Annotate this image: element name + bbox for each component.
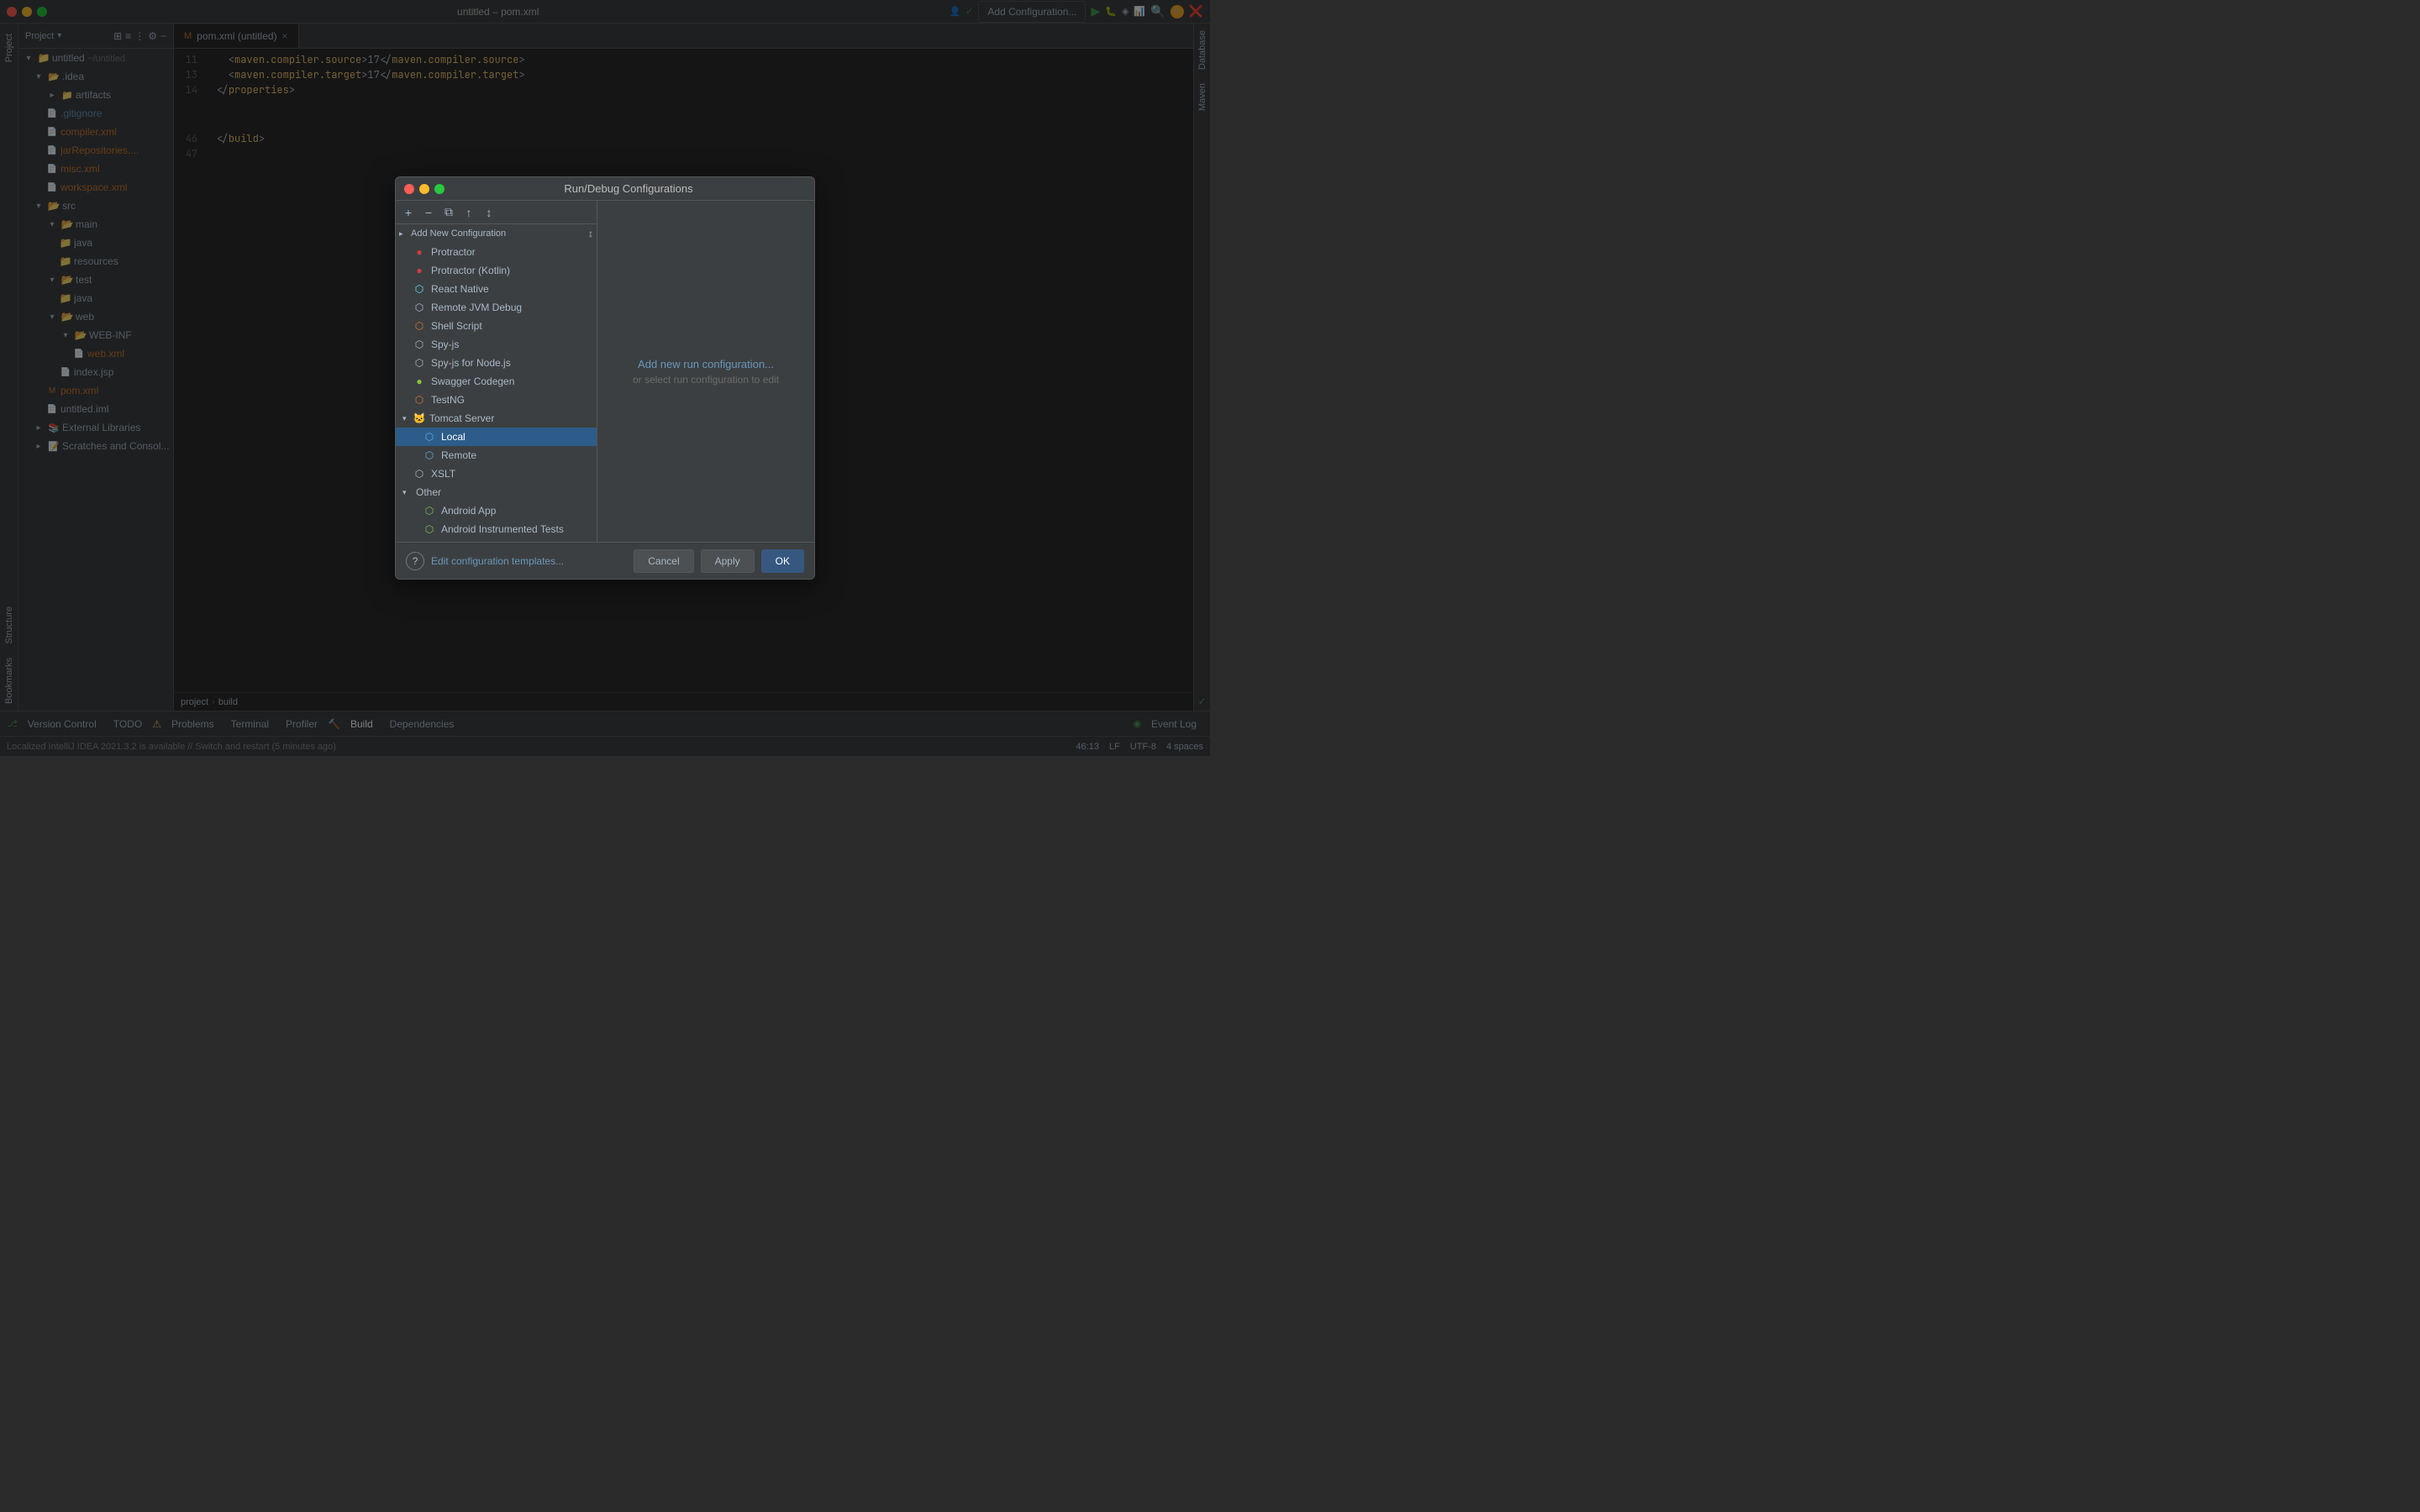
tree-item-spy-js[interactable]: ⬡ Spy-js bbox=[396, 335, 597, 354]
tomcat-remote-label: Remote bbox=[441, 449, 476, 461]
remote-jvm-icon: ⬡ bbox=[413, 301, 426, 314]
android-instrumented-icon: ⬡ bbox=[423, 522, 436, 536]
protractor-kotlin-label: Protractor (Kotlin) bbox=[431, 265, 510, 276]
tree-item-react-native[interactable]: ⬡ React Native bbox=[396, 280, 597, 298]
tree-item-protractor-kotlin[interactable]: ● Protractor (Kotlin) bbox=[396, 261, 597, 280]
apply-button[interactable]: Apply bbox=[701, 549, 755, 573]
select-config-hint: or select run configuration to edit bbox=[633, 374, 779, 386]
modal-overlay: Run/Debug Configurations + − ⧉ ↑ ↕ ▸ Add… bbox=[0, 0, 1210, 756]
copy-config-btn[interactable]: ⧉ bbox=[439, 203, 458, 222]
tree-item-tomcat-local[interactable]: ⬡ Local bbox=[396, 428, 597, 446]
tree-group-other[interactable]: ▾ Other bbox=[396, 483, 597, 501]
sort-icon: ↕ bbox=[588, 228, 593, 239]
shell-script-icon: ⬡ bbox=[413, 319, 426, 333]
tree-header-add-new: ▸ Add New Configuration ↕ bbox=[396, 224, 597, 243]
modal-content-area: Add new run configuration... or select r… bbox=[597, 201, 814, 542]
remove-config-btn[interactable]: − bbox=[419, 203, 438, 222]
swagger-label: Swagger Codegen bbox=[431, 375, 514, 387]
move-up-btn[interactable]: ↑ bbox=[460, 203, 478, 222]
spy-js-node-label: Spy-js for Node.js bbox=[431, 357, 511, 369]
xslt-label: XSLT bbox=[431, 468, 455, 480]
tree-group-tomcat[interactable]: ▾ 🐱 Tomcat Server bbox=[396, 409, 597, 428]
modal-footer: ? Edit configuration templates... Cancel… bbox=[396, 542, 814, 579]
tomcat-local-icon: ⬡ bbox=[423, 430, 436, 444]
edit-templates-link[interactable]: Edit configuration templates... bbox=[431, 555, 564, 567]
modal-config-sidebar: + − ⧉ ↑ ↕ ▸ Add New Configuration ↕ ● Pr… bbox=[396, 201, 597, 542]
tree-item-android-instrumented[interactable]: ⬡ Android Instrumented Tests bbox=[396, 520, 597, 538]
help-button[interactable]: ? bbox=[406, 552, 424, 570]
modal-footer-left: ? Edit configuration templates... bbox=[406, 552, 564, 570]
tomcat-local-label: Local bbox=[441, 431, 466, 443]
protractor-label: Protractor bbox=[431, 246, 476, 258]
android-app-label: Android App bbox=[441, 505, 496, 517]
tree-item-swagger[interactable]: ● Swagger Codegen bbox=[396, 372, 597, 391]
tree-item-testng[interactable]: ⬡ TestNG bbox=[396, 391, 597, 409]
modal-body: + − ⧉ ↑ ↕ ▸ Add New Configuration ↕ ● Pr… bbox=[396, 201, 814, 542]
tree-item-tomcat-remote[interactable]: ⬡ Remote bbox=[396, 446, 597, 465]
react-native-label: React Native bbox=[431, 283, 489, 295]
spy-js-icon: ⬡ bbox=[413, 338, 426, 351]
xslt-icon: ⬡ bbox=[413, 467, 426, 480]
tree-item-remote-jvm[interactable]: ⬡ Remote JVM Debug bbox=[396, 298, 597, 317]
testng-label: TestNG bbox=[431, 394, 465, 406]
add-new-config-hint[interactable]: Add new run configuration... bbox=[638, 358, 774, 370]
spy-js-label: Spy-js bbox=[431, 339, 459, 350]
header-chevron: ▸ bbox=[399, 229, 408, 239]
other-label: Other bbox=[416, 486, 441, 498]
tomcat-label: Tomcat Server bbox=[429, 412, 494, 424]
modal-sidebar-toolbar: + − ⧉ ↑ ↕ bbox=[396, 201, 597, 224]
tomcat-remote-icon: ⬡ bbox=[423, 449, 436, 462]
add-config-btn[interactable]: + bbox=[399, 203, 418, 222]
header-label: Add New Configuration bbox=[411, 228, 506, 239]
shell-script-label: Shell Script bbox=[431, 320, 482, 332]
tree-item-xslt[interactable]: ⬡ XSLT bbox=[396, 465, 597, 483]
spy-js-node-icon: ⬡ bbox=[413, 356, 426, 370]
modal-titlebar: Run/Debug Configurations bbox=[396, 177, 814, 201]
remote-jvm-label: Remote JVM Debug bbox=[431, 302, 522, 313]
modal-footer-right: Cancel Apply OK bbox=[634, 549, 804, 573]
testng-icon: ⬡ bbox=[413, 393, 426, 407]
modal-title: Run/Debug Configurations bbox=[451, 182, 806, 195]
swagger-icon: ● bbox=[413, 375, 426, 388]
tree-item-protractor[interactable]: ● Protractor bbox=[396, 243, 597, 261]
cancel-button[interactable]: Cancel bbox=[634, 549, 693, 573]
react-native-icon: ⬡ bbox=[413, 282, 426, 296]
modal-close-button[interactable] bbox=[404, 184, 414, 194]
tree-item-android-app[interactable]: ⬡ Android App bbox=[396, 501, 597, 520]
android-app-icon: ⬡ bbox=[423, 504, 436, 517]
ok-button[interactable]: OK bbox=[761, 549, 804, 573]
sort-btn[interactable]: ↕ bbox=[480, 203, 498, 222]
run-debug-modal: Run/Debug Configurations + − ⧉ ↑ ↕ ▸ Add… bbox=[395, 176, 815, 580]
tree-item-spy-js-node[interactable]: ⬡ Spy-js for Node.js bbox=[396, 354, 597, 372]
protractor-icon: ● bbox=[413, 245, 426, 259]
protractor-kotlin-icon: ● bbox=[413, 264, 426, 277]
modal-traffic-lights[interactable] bbox=[404, 184, 445, 194]
tomcat-chevron-icon: ▾ bbox=[402, 414, 411, 423]
tree-item-shell-script[interactable]: ⬡ Shell Script bbox=[396, 317, 597, 335]
other-chevron-icon: ▾ bbox=[402, 488, 411, 497]
android-instrumented-label: Android Instrumented Tests bbox=[441, 523, 564, 535]
tomcat-icon: 🐱 bbox=[413, 412, 426, 425]
modal-minimize-button[interactable] bbox=[419, 184, 429, 194]
modal-maximize-button[interactable] bbox=[434, 184, 445, 194]
